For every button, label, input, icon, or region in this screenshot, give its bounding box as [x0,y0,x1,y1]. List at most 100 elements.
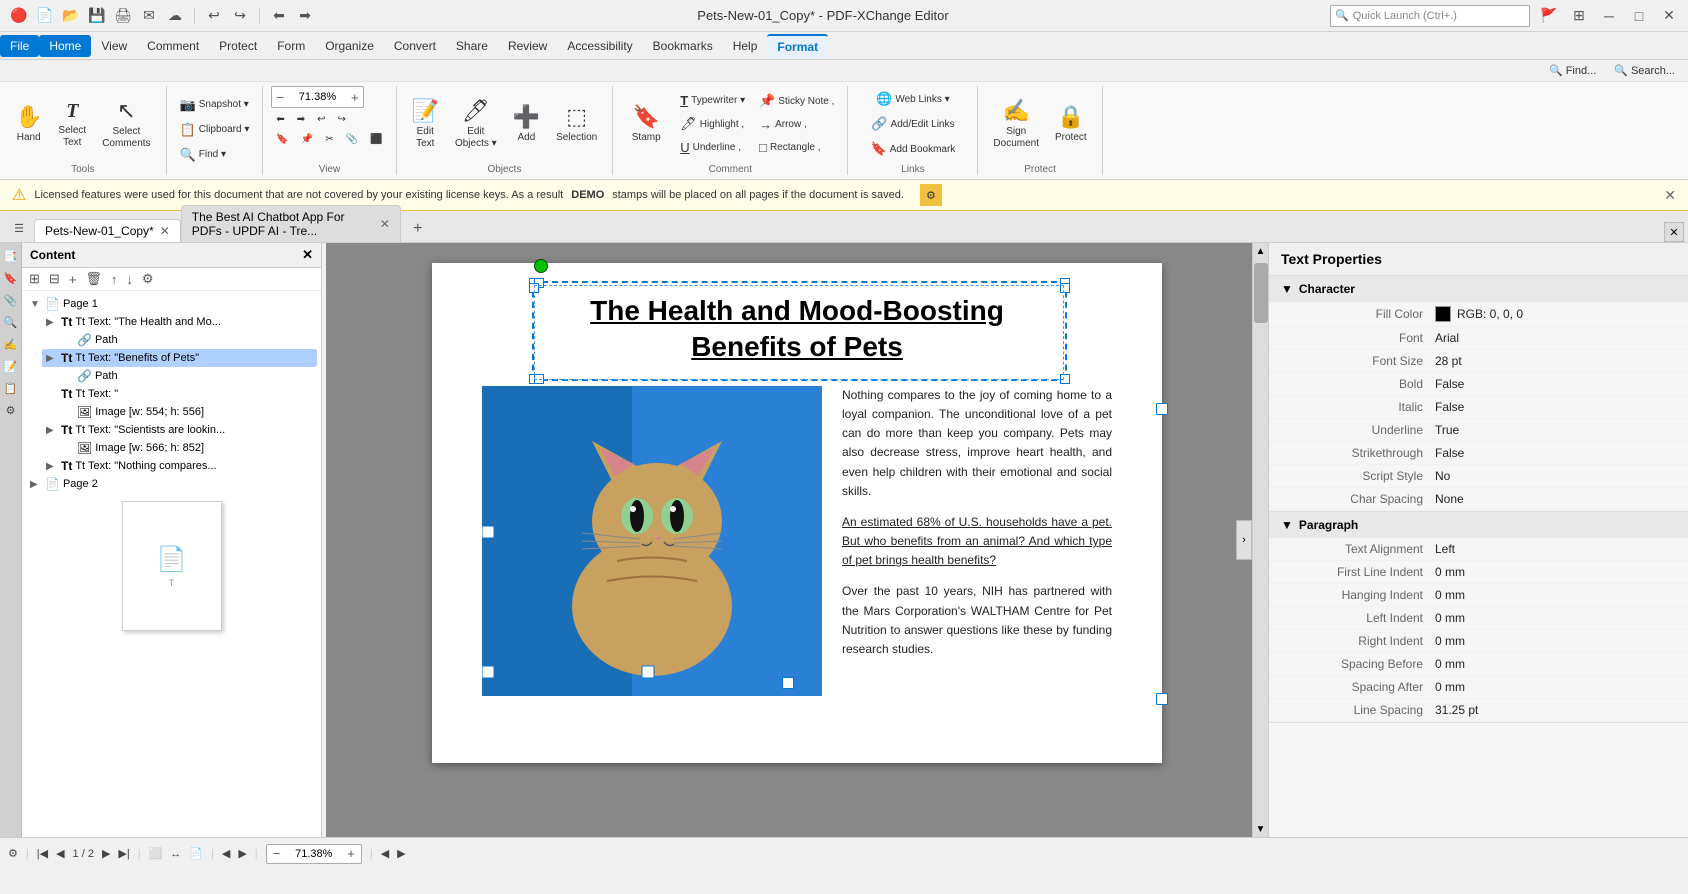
edit-text-btn[interactable]: 📝 Edit Text [405,88,446,160]
scroll-down-btn[interactable]: ▼ [1253,821,1268,837]
last-page-btn[interactable]: ▶| [118,847,129,860]
maximize-btn[interactable]: □ [1628,5,1650,27]
email-btn[interactable]: ✉ [138,5,160,27]
menu-view[interactable]: View [91,35,137,57]
doc-canvas[interactable]: The Health and Mood-BoostingBenefits of … [326,243,1268,837]
redo-btn[interactable]: ↪ [229,5,251,27]
arrow-btn[interactable]: → Arrow , [754,114,839,135]
pin-btn[interactable]: 📌 [296,131,318,148]
tree-image-1[interactable]: 🖼 Image [w: 554; h: 556] [58,403,317,421]
status-nav-left-end[interactable]: ◀ [381,847,389,860]
tree-image-2[interactable]: 🖼 Image [w: 566; h: 852] [58,439,317,457]
right-handle[interactable] [1156,403,1168,415]
selection-btn[interactable]: ⬚ Selection [549,88,604,160]
status-zoom-input[interactable] [286,848,341,860]
menu-accessibility[interactable]: Accessibility [557,35,642,57]
tree-expand-all-btn[interactable]: ⊞ [26,270,43,288]
app-icon[interactable]: 🔴 [8,5,30,27]
print-btn[interactable]: 🖨 [112,5,134,27]
tree-text-2[interactable]: ▶ Tt Tt Text: "Benefits of Pets" [42,349,317,367]
sticky-note-btn[interactable]: 📌 Sticky Note , [754,90,839,112]
sidebar-icon-8[interactable]: ⚙ [2,401,20,419]
doc-tab-2-close[interactable]: ✕ [380,217,390,231]
panel-collapse-arrow[interactable]: › [1236,520,1252,560]
tree-path-1[interactable]: 🔗 Path [58,331,317,349]
underline-btn[interactable]: U Underline , [675,137,750,158]
add-bookmark-btn[interactable]: 🔖 Add Bookmark [866,138,961,160]
menu-convert[interactable]: Convert [384,35,446,57]
content-panel-close-btn[interactable]: ✕ [302,247,313,263]
status-zoom-in-btn[interactable]: + [343,846,359,861]
sidebar-icon-5[interactable]: ✍ [2,335,20,353]
tree-page-2[interactable]: ▶ 📄 Page 2 [26,475,317,493]
search-ribbon-btn[interactable]: 🔍 Search... [1609,61,1680,80]
license-settings-btn[interactable]: ⚙ [920,184,942,206]
menu-comment[interactable]: Comment [137,35,209,57]
tree-text-3[interactable]: Tt Tt Text: " [42,385,317,403]
menu-protect[interactable]: Protect [209,35,267,57]
panel-toggle-btn[interactable]: ☰ [4,214,34,242]
open-btn[interactable]: 📂 [60,5,82,27]
sidebar-icon-2[interactable]: 🔖 [2,269,20,287]
menu-file[interactable]: File [0,35,39,57]
save-btn[interactable]: 💾 [86,5,108,27]
tree-text-4[interactable]: ▶ Tt Tt Text: "Scientists are lookin... [42,421,317,439]
status-zoom-control[interactable]: − + [266,844,362,864]
redo-ribbon-btn[interactable]: ↪ [333,111,351,128]
menu-form[interactable]: Form [267,35,315,57]
rectangle-btn[interactable]: □ Rectangle , [754,137,839,158]
tree-move-up-btn[interactable]: ↑ [108,271,121,288]
sidebar-icon-1[interactable]: 📑 [2,247,20,265]
menu-review[interactable]: Review [498,35,557,57]
fit-width-btn[interactable]: ↔ [170,848,181,860]
next-page-btn[interactable]: ▶ [102,847,110,860]
quick-launch-input[interactable]: 🔍 Quick Launch (Ctrl+.) [1330,5,1530,27]
view-mode-btn[interactable]: 📄 [189,847,203,860]
license-close-btn[interactable]: ✕ [1664,187,1676,204]
scroll-right-btn[interactable]: ▶ [238,847,246,860]
zoom-control[interactable]: − + [271,86,363,108]
fit-page-btn[interactable]: ⬜ [149,847,163,860]
snapshot-btn[interactable]: 📷 Snapshot ▾ [175,94,254,116]
tree-settings-btn[interactable]: ⚙ [139,270,157,288]
cloud-btn[interactable]: ☁ [164,5,186,27]
new-tab-btn[interactable]: + [405,216,431,242]
close-btn[interactable]: ✕ [1658,5,1680,27]
tree-add-btn[interactable]: + [66,271,80,288]
status-zoom-out-btn[interactable]: − [269,846,285,861]
undo-btn[interactable]: ↩ [203,5,225,27]
cut-btn[interactable]: ✂ [320,131,338,148]
scroll-left-btn[interactable]: ◀ [222,847,230,860]
bookmark-btn[interactable]: 🔖 [271,131,293,148]
color-swatch[interactable] [1435,306,1451,322]
doc-tab-2[interactable]: The Best AI Chatbot App For PDFs - UPDF … [181,205,401,242]
sidebar-icon-3[interactable]: 📎 [2,291,20,309]
menu-help[interactable]: Help [723,35,768,57]
web-links-btn[interactable]: 🌐 Web Links ▾ [871,88,955,110]
sidebar-icon-7[interactable]: 📋 [2,379,20,397]
attach-btn[interactable]: 📎 [341,131,363,148]
grid-icon[interactable]: ⊞ [1568,5,1590,27]
select-text-btn[interactable]: T Select Text [51,88,93,160]
menu-bookmarks[interactable]: Bookmarks [643,35,723,57]
back-btn[interactable]: ⬅ [268,5,290,27]
forward-btn[interactable]: ➡ [294,5,316,27]
add-edit-links-btn[interactable]: 🔗 Add/Edit Links [866,113,959,135]
first-page-btn[interactable]: |◀ [37,847,48,860]
right-handle-bot[interactable] [1156,693,1168,705]
tree-text-1[interactable]: ▶ Tt Tt Text: "The Health and Mo... [42,313,317,331]
menu-organize[interactable]: Organize [315,35,384,57]
prev-page-btn[interactable]: ◀ [56,847,64,860]
sidebar-icon-6[interactable]: 📝 [2,357,20,375]
hand-tool-btn[interactable]: ✋ Hand [8,88,49,160]
add-btn[interactable]: ➕ Add [506,88,547,160]
undo-ribbon-btn[interactable]: ↩ [312,111,330,128]
tree-page-1[interactable]: ▼ 📄 Page 1 [26,295,317,313]
tree-path-2[interactable]: 🔗 Path [58,367,317,385]
minimize-btn[interactable]: ─ [1598,5,1620,27]
new-btn[interactable]: 📄 [34,5,56,27]
scroll-thumb[interactable] [1254,263,1268,323]
find-ribbon-btn[interactable]: 🔍 Find... [1544,61,1601,80]
close-panel-btn[interactable]: ✕ [1664,222,1684,242]
scroll-up-btn[interactable]: ▲ [1253,243,1268,259]
